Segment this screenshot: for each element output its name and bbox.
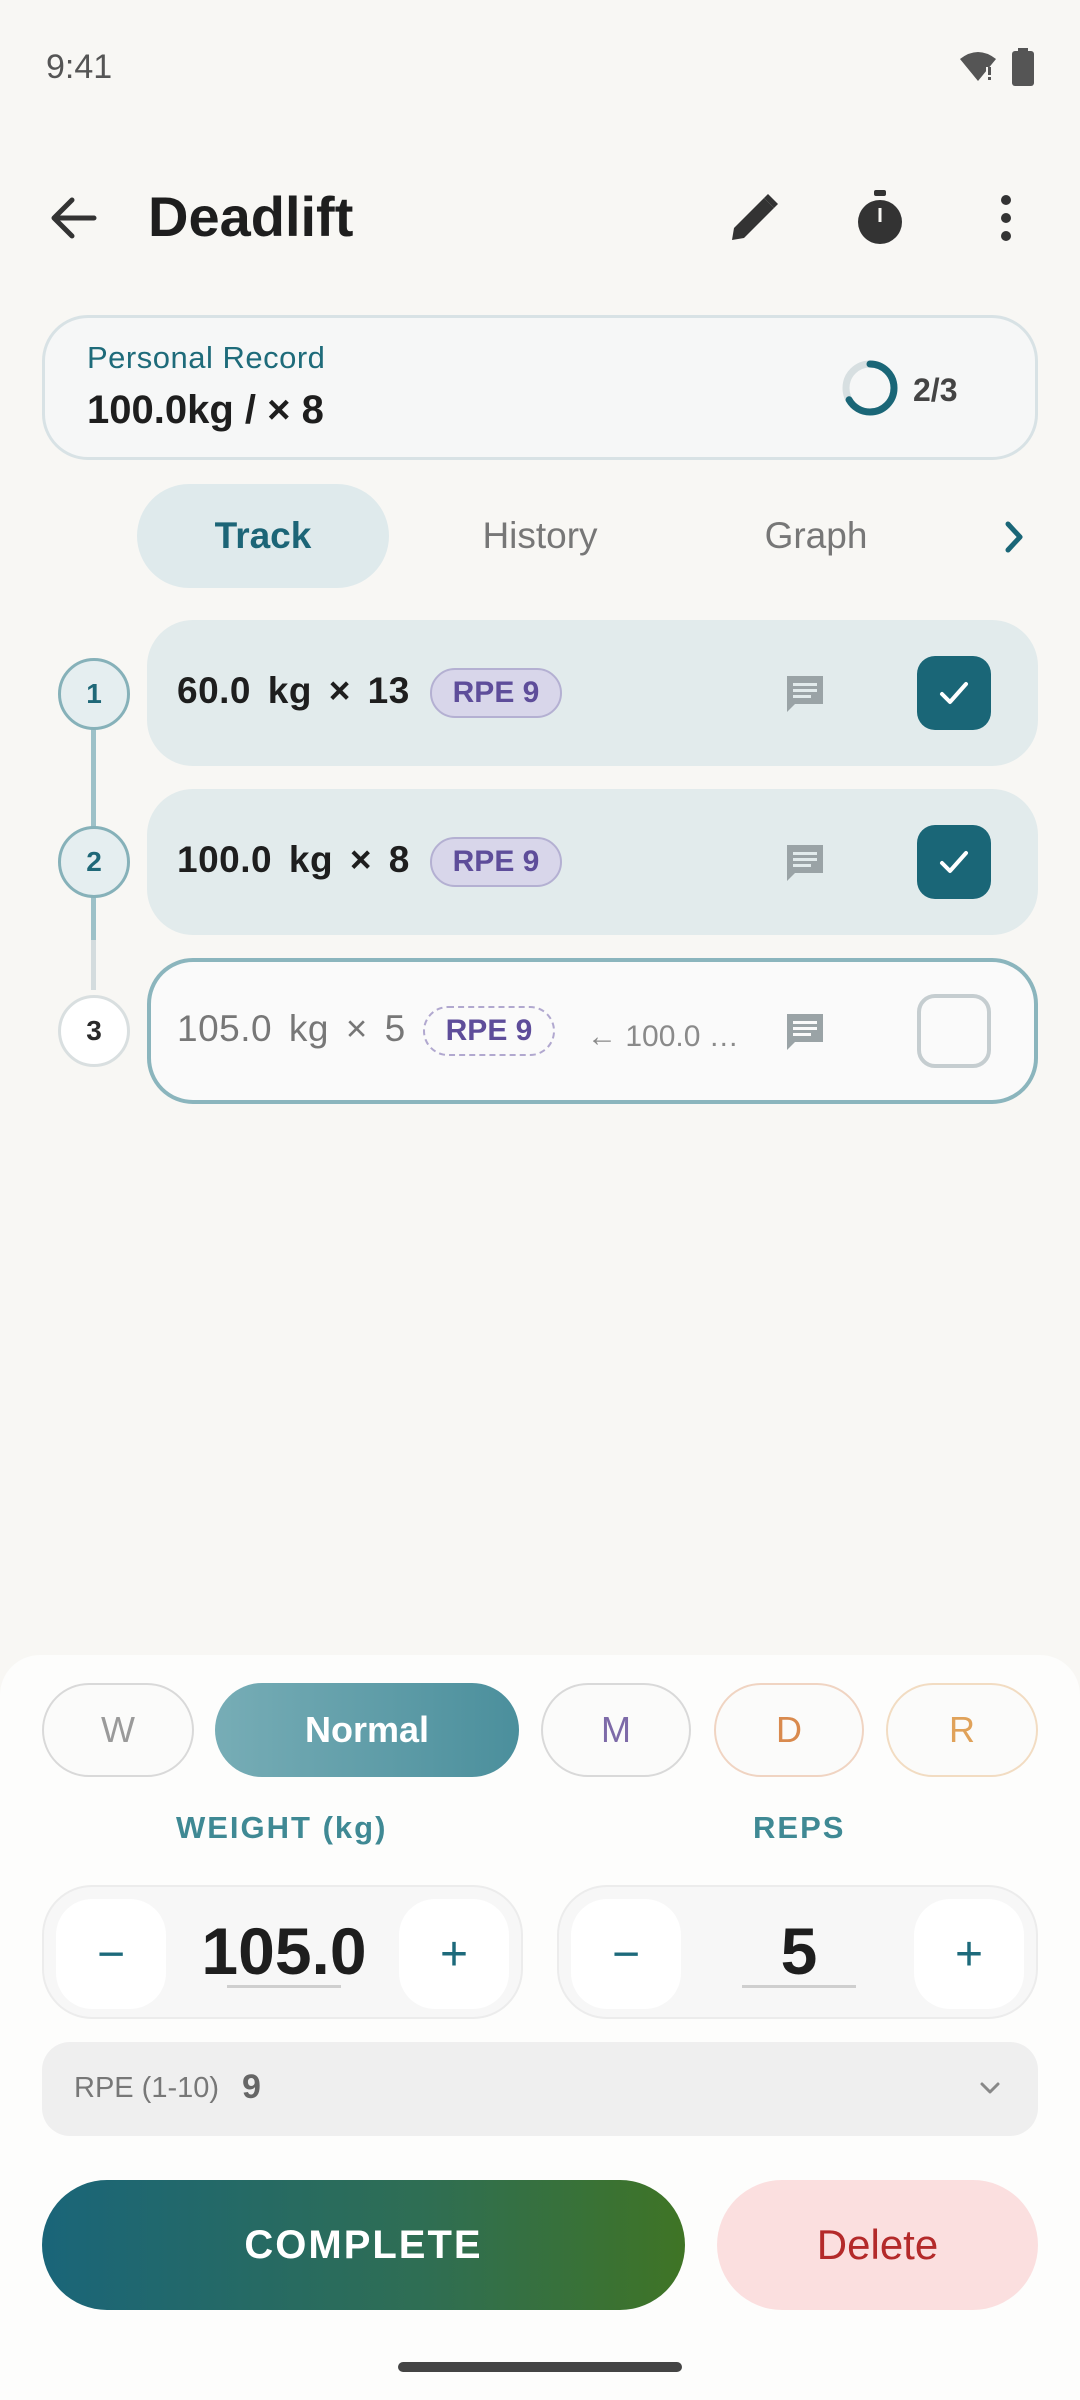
reps-underline — [742, 1985, 856, 1988]
tab-track[interactable]: Track — [137, 484, 389, 588]
set-weight-reps: 100.0 kg × 8 — [177, 839, 410, 880]
complete-button[interactable]: COMPLETE — [42, 2180, 685, 2310]
wifi-icon — [960, 52, 996, 81]
weight-underline — [227, 1985, 341, 1988]
timeline-connector — [91, 700, 96, 950]
timeline-connector-pending — [91, 940, 96, 990]
rpe-select-value: 9 — [242, 2068, 261, 2106]
set-type-warmup[interactable]: W — [42, 1683, 194, 1777]
set-row[interactable]: 100.0 kg × 8 RPE 9 — [147, 789, 1038, 935]
check-icon — [940, 851, 968, 873]
pr-value: 100.0kg / × 8 — [87, 388, 324, 432]
chevron-right-icon[interactable] — [990, 512, 1040, 562]
progress-ring-icon — [842, 360, 898, 416]
reps-increment-button[interactable]: + — [914, 1899, 1024, 2009]
check-icon — [940, 682, 968, 704]
reps-label: REPS — [753, 1810, 846, 1845]
comment-icon[interactable] — [783, 841, 827, 885]
comment-icon[interactable] — [783, 672, 827, 716]
set-type-normal[interactable]: Normal — [215, 1683, 519, 1777]
rpe-chip[interactable]: RPE 9 — [430, 668, 562, 718]
pr-progress-count: 2/3 — [913, 372, 958, 408]
set-type-r[interactable]: R — [886, 1683, 1038, 1777]
set-weight-reps: 60.0 kg × 13 — [177, 670, 410, 711]
set-type-label: R — [949, 1709, 975, 1750]
rpe-chip[interactable]: RPE 9 — [423, 1006, 555, 1056]
set-complete-checkbox[interactable] — [917, 825, 991, 899]
back-arrow-icon[interactable] — [44, 188, 104, 248]
set-type-drop[interactable]: D — [714, 1683, 864, 1777]
set-number-badge: 1 — [58, 658, 130, 730]
set-type-label: Normal — [304, 1709, 430, 1750]
set-type-label: W — [101, 1709, 135, 1750]
rpe-select[interactable]: RPE (1-10) 9 — [42, 2042, 1038, 2136]
delete-button[interactable]: Delete — [717, 2180, 1038, 2310]
weight-decrement-button[interactable]: − — [56, 1899, 166, 2009]
battery-icon — [1012, 48, 1034, 86]
reps-stepper: − 5 + — [557, 1885, 1038, 2019]
tab-history[interactable]: History — [414, 484, 666, 588]
set-type-label: M — [601, 1709, 631, 1750]
set-number-badge: 2 — [58, 826, 130, 898]
edit-pencil-icon[interactable] — [724, 188, 784, 248]
personal-record-card: Personal Record 100.0kg / × 8 2/3 — [42, 315, 1038, 460]
set-row[interactable]: 60.0 kg × 13 RPE 9 — [147, 620, 1038, 766]
pr-label: Personal Record — [87, 340, 326, 375]
rpe-chip[interactable]: RPE 9 — [430, 837, 562, 887]
set-complete-checkbox[interactable] — [917, 994, 991, 1068]
set-weight-reps: 105.0 kg × 5 — [177, 1008, 406, 1049]
previous-set-hint: ← 100.0 … — [587, 1020, 739, 1053]
weight-increment-button[interactable]: + — [399, 1899, 509, 2009]
rpe-select-label: RPE (1-10) — [74, 2072, 220, 2104]
more-vert-icon[interactable] — [976, 188, 1036, 248]
weight-stepper: − 105.0 + — [42, 1885, 523, 2019]
set-number-badge: 3 — [58, 995, 130, 1067]
status-time: 9:41 — [46, 48, 113, 86]
chevron-down-icon — [980, 2082, 1000, 2094]
exercise-title: Deadlift — [148, 185, 354, 248]
set-complete-checkbox[interactable] — [917, 656, 991, 730]
reps-decrement-button[interactable]: − — [571, 1899, 681, 2009]
set-type-label: D — [776, 1709, 802, 1750]
weight-input[interactable]: 105.0 — [184, 1913, 384, 1989]
set-type-m[interactable]: M — [541, 1683, 691, 1777]
weight-label: WEIGHT (kg) — [176, 1810, 388, 1845]
home-indicator[interactable] — [398, 2362, 682, 2372]
reps-input[interactable]: 5 — [699, 1913, 899, 1989]
tab-graph[interactable]: Graph — [690, 484, 942, 588]
comment-icon[interactable] — [783, 1010, 827, 1054]
timer-icon[interactable] — [850, 188, 910, 248]
set-row-active[interactable]: 105.0 kg × 5 RPE 9 ← 100.0 … — [147, 958, 1038, 1104]
status-icons — [958, 48, 1034, 86]
